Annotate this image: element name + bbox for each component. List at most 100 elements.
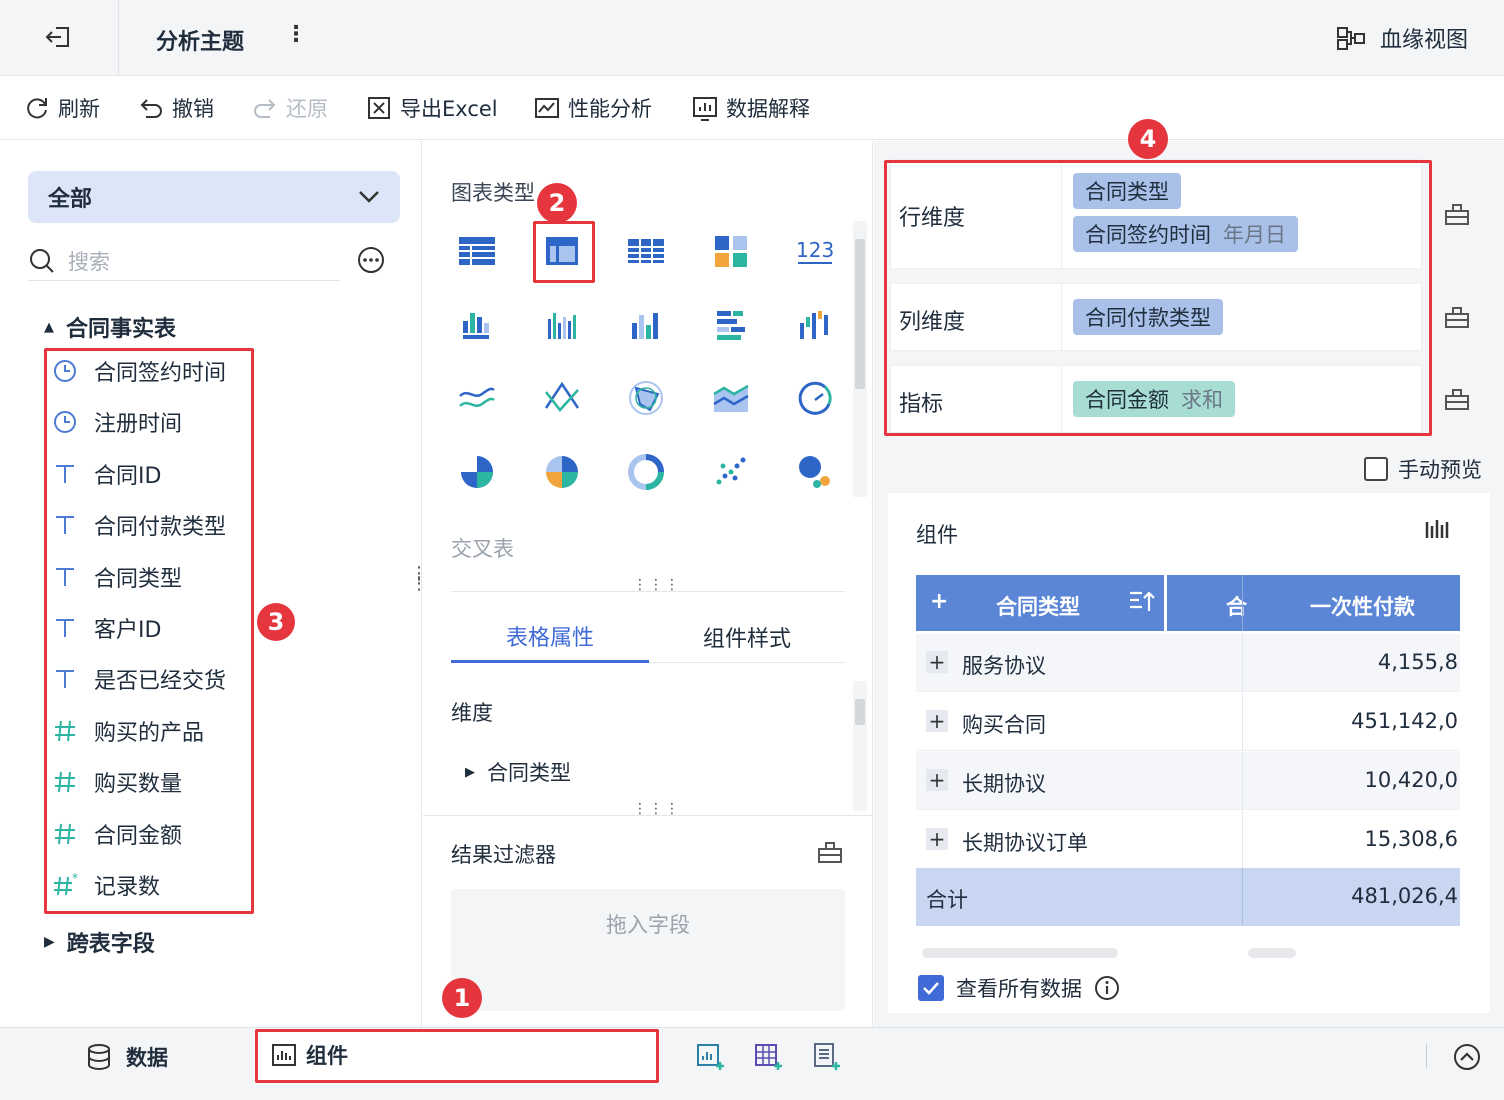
field-item[interactable]: 合同签约时间 [52,351,226,391]
kpi-number-icon[interactable]: 123 [795,231,835,271]
horizontal-bar-icon[interactable] [711,305,751,345]
row-dimension-settings-icon[interactable] [1444,201,1470,227]
add-component-icon[interactable] [696,1042,726,1072]
waterfall-icon[interactable] [795,305,835,345]
count-icon: * [52,872,80,898]
table-scrollbar-left[interactable] [922,948,1118,958]
redo-button[interactable]: 还原 [252,76,328,140]
line-chart-icon[interactable] [457,378,497,418]
field-item-label: 购买的产品 [94,720,205,746]
plain-table-icon[interactable] [457,231,497,271]
row-value: 15,308,6 [1364,827,1458,851]
multi-pie-icon[interactable] [542,452,582,492]
excel-icon [368,97,390,119]
radar-chart-icon[interactable] [626,378,666,418]
cross-table-fields-group[interactable]: ▶ 跨表字段 [44,926,155,958]
view-all-data-checkbox[interactable]: 查看所有数据 [918,973,1120,1003]
tab-component-style[interactable]: 组件样式 [649,611,845,663]
search-input[interactable]: 搜索 [28,241,340,281]
expand-row-icon[interactable]: + [926,827,948,851]
collapse-up-icon[interactable] [1452,1042,1482,1072]
field-item[interactable]: 合同金额 [52,814,182,854]
data-explain-button[interactable]: 数据解释 [692,76,810,140]
table-name: 合同事实表 [66,317,177,342]
chevron-down-icon [359,191,379,203]
database-icon [88,1044,110,1071]
caret-right-icon: ▶ [465,764,475,780]
bubble-chart-icon[interactable] [795,452,835,492]
cross-table-icon[interactable] [542,231,582,271]
expand-row-icon[interactable]: + [926,650,948,674]
performance-analysis-button[interactable]: 性能分析 [534,76,652,140]
dimension-item[interactable]: ▶ 合同类型 [465,757,571,787]
badge-2: 2 [537,183,577,223]
component-title: 组件 [916,523,958,547]
bar-chart-icon[interactable] [626,305,666,345]
gauge-icon[interactable] [795,378,835,418]
expand-row-icon[interactable]: + [926,709,948,733]
tab-component[interactable]: 组件 [258,1030,656,1080]
header-one-time-payment[interactable]: 一次性付款 [1310,591,1415,621]
header-contract-type[interactable]: 合同类型 [996,591,1080,621]
field-item[interactable]: 购买的产品 [52,711,204,751]
metric-pill-contract-amount[interactable]: 合同金额 求和 [1073,381,1235,417]
column-pill-payment-type[interactable]: 合同付款类型 [1073,299,1223,335]
component-icon [272,1044,296,1066]
undo-icon [140,99,162,118]
expand-all-icon[interactable]: + [930,589,948,614]
tab-table-properties[interactable]: 表格属性 [451,611,649,663]
block-table-icon[interactable] [711,231,751,271]
field-item[interactable]: * 记录数 [52,865,160,905]
multi-bar-icon[interactable] [542,305,582,345]
chart-grid-scrollbar[interactable] [853,221,867,497]
table-group-header[interactable]: ▲ 合同事实表 [44,311,176,343]
row-name: 购买合同 [962,713,1046,737]
tab-data[interactable]: 数据 [86,1042,168,1072]
field-item[interactable]: 购买数量 [52,762,182,802]
field-item[interactable]: 注册时间 [52,402,182,442]
filter-settings-icon[interactable] [817,839,843,865]
filter-drop-zone[interactable]: 拖入字段 [451,889,845,1011]
area-chart-icon[interactable] [711,378,751,418]
add-report-icon[interactable] [812,1042,842,1072]
metric-zone[interactable]: 指标 合同金额 求和 [890,365,1422,433]
field-item[interactable]: 是否已经交货 [52,659,226,699]
lineage-view-button[interactable]: 血缘视图 [1336,22,1468,54]
props-scrollbar[interactable] [853,681,867,811]
grouped-bar-icon[interactable] [457,305,497,345]
column-dimension-zone[interactable]: 列维度 合同付款类型 [890,283,1422,351]
row-pill-contract-type[interactable]: 合同类型 [1073,173,1181,209]
scatter-icon[interactable] [711,452,751,492]
field-item[interactable]: 合同付款类型 [52,505,226,545]
dataset-dropdown[interactable]: 全部 [28,171,400,223]
number-icon [52,718,80,744]
detail-table-icon[interactable] [626,231,666,271]
toolbar: 刷新 撤销 还原 导出Excel 性能分析 数据解释 [0,76,1504,140]
table-scrollbar-right[interactable] [1248,948,1296,958]
export-excel-button[interactable]: 导出Excel [366,76,498,140]
manual-preview-checkbox[interactable]: 手动预览 [1364,454,1482,484]
more-menu-icon[interactable]: ⋮ [285,22,307,47]
radar-line-icon[interactable] [542,378,582,418]
field-item[interactable]: 合同类型 [52,557,182,597]
column-dimension-settings-icon[interactable] [1444,304,1470,330]
ring-chart-icon[interactable] [626,452,666,492]
pie-chart-icon[interactable] [457,452,497,492]
field-item[interactable]: 客户ID [52,608,161,648]
chart-switch-icon[interactable] [1424,517,1450,543]
expand-row-icon[interactable]: + [926,768,948,792]
sort-icon[interactable] [1128,589,1156,615]
refresh-button[interactable]: 刷新 [24,76,100,140]
metric-settings-icon[interactable] [1444,386,1470,412]
row-pill-sign-time[interactable]: 合同签约时间 年月日 [1073,216,1298,252]
row-dimension-label: 行维度 [899,206,966,231]
badge-4: 4 [1128,119,1168,159]
search-icon [30,248,54,273]
row-dimension-zone[interactable]: 行维度 合同类型 合同签约时间 年月日 [890,159,1422,269]
add-table-icon[interactable] [754,1042,784,1072]
field-item-label: 合同类型 [94,566,183,592]
undo-button[interactable]: 撤销 [138,76,214,140]
more-options-icon[interactable] [356,245,386,275]
field-item[interactable]: 合同ID [52,454,161,494]
exit-icon[interactable] [44,22,74,52]
